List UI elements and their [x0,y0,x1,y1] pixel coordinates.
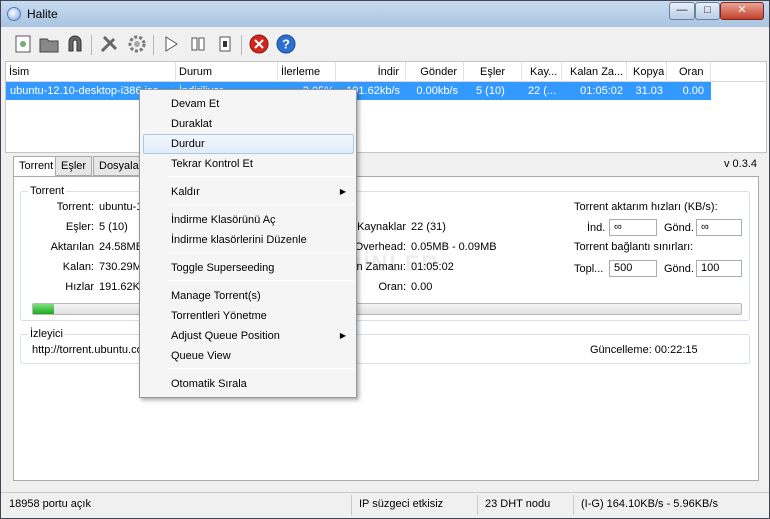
menu-manage-torrents[interactable]: Manage Torrent(s) [143,286,354,306]
open-folder-icon[interactable] [37,32,61,56]
column-header-upload[interactable]: Gönder [406,62,464,82]
status-bar: 18958 portu açık IP süzgeci etkisiz 23 D… [1,492,769,518]
menu-auto-sort[interactable]: Otomatik Sırala [143,374,354,394]
tracker-url: http://torrent.ubuntu.co [32,344,143,356]
cell-seeds: 22 (... [528,85,557,97]
cell-eta: 01:05:02 [580,85,623,97]
torrent-list[interactable]: İsim Durum İlerleme İndir Gönder Eşler K… [5,61,767,153]
menu-queue-view[interactable]: Queue View [143,346,354,366]
toolbar: ? [5,29,767,61]
total-connections-label: Topl... [574,263,604,275]
total-connections-input[interactable]: 500 [609,260,657,277]
context-menu: Devam Et Duraklat Durdur Tekrar Kontrol … [139,89,357,398]
cell-copies: 31.03 [635,85,663,97]
speeds-label: Hızlar [65,281,94,293]
column-header-peers[interactable]: Eşler [464,62,522,82]
remaining-label: Kalan: [62,261,94,273]
tools-icon[interactable] [97,32,121,56]
status-dht: 23 DHT nodu [485,498,551,510]
status-ip-filter: IP süzgeci etkisiz [359,498,444,510]
column-header-status[interactable]: Durum [176,62,278,82]
column-header-seeds[interactable]: Kay... [522,62,562,82]
menu-resume[interactable]: Devam Et [143,94,354,114]
connection-limits-title: Torrent bağlantı sınırları: [574,241,694,253]
new-torrent-icon[interactable] [11,32,35,56]
tracker-group-title: İzleyici [28,328,66,340]
download-progress-fill [33,304,55,314]
upload-connections-input[interactable]: 100 [696,260,742,277]
download-limit-label: İnd. [587,222,606,234]
menu-pause[interactable]: Duraklat [143,114,354,134]
menu-toggle-superseeding[interactable]: Toggle Superseeding [143,258,354,278]
cell-ratio: 0.00 [682,85,704,97]
magnet-icon[interactable] [63,32,87,56]
list-header: İsim Durum İlerleme İndir Gönder Eşler K… [6,62,766,82]
peers-value: 5 (10) [99,221,128,233]
submenu-arrow-icon: ▶ [339,331,346,340]
settings-gear-icon[interactable] [125,32,149,56]
halite-app-icon [7,7,21,21]
pause-icon[interactable] [186,32,210,56]
column-header-name[interactable]: İsim [6,62,176,82]
menu-open-download-folder[interactable]: İndirme Klasörünü Aç [143,210,354,230]
minimize-button[interactable]: — [669,2,695,20]
torrent-group-title: Torrent [28,185,67,197]
menu-stop[interactable]: Durdur [143,134,354,154]
version-label: v 0.3.4 [723,158,757,170]
tab-peers[interactable]: Eşler [55,156,93,176]
torrent-details-panel: Torrent Torrent: ubuntu-1 Eşler: 5 (10) … [13,176,759,481]
upload-limit-label: Gönd. [664,222,694,234]
menu-remove-label: Kaldır [171,186,200,198]
cell-peers: 5 (10) [476,85,505,97]
menu-torrents-management[interactable]: Torrentleri Yönetme [143,306,354,326]
torrent-row[interactable]: ubuntu-12.10-desktop-i386.iso İndiriliyo… [6,82,711,100]
ratio-value: 0.00 [411,281,433,293]
status-speed: (I-G) 164.10KB/s - 5.96KB/s [581,498,718,510]
main-window: Halite — □ ✕ ? İsim Durum İlerleme İndir… [0,0,770,519]
svg-text:?: ? [282,37,290,52]
play-icon[interactable] [159,32,183,56]
menu-adjust-queue-label: Adjust Queue Position [171,330,280,342]
column-header-ratio[interactable]: Oran [667,62,711,82]
column-header-progress[interactable]: İlerleme [278,62,336,82]
menu-adjust-queue-position[interactable]: Adjust Queue Position ▶ [143,326,354,346]
tracker-update-time: Güncelleme: 00:22:15 [590,344,698,356]
menu-edit-download-folders[interactable]: İndirme klasörlerini Düzenle [143,230,354,250]
upload-connections-label: Gönd. [664,263,694,275]
cancel-icon[interactable] [247,32,271,56]
speed-limits-title: Torrent aktarım hızları (KB/s): [574,201,718,213]
submenu-arrow-icon: ▶ [339,187,346,196]
seeds-value: 22 (31) [411,221,446,233]
upload-limit-input[interactable]: ∞ [696,219,742,236]
menu-recheck[interactable]: Tekrar Kontrol Et [143,154,354,174]
tab-torrent[interactable]: Torrent [13,156,60,177]
peers-label: Eşler: [65,221,94,233]
stop-icon[interactable] [213,32,237,56]
status-port: 18958 portu açık [9,498,91,510]
maximize-button[interactable]: □ [695,2,720,20]
window-title: Halite [27,7,58,21]
transferred-value: 24.58MB [99,241,144,253]
torrent-name-value: ubuntu-1 [99,201,143,213]
column-header-eta[interactable]: Kalan Za... [562,62,627,82]
title-bar: Halite — □ ✕ [1,1,769,27]
cell-upload: 0.00kb/s [416,85,458,97]
close-button[interactable]: ✕ [720,2,764,20]
speeds-value: 191.62K [99,281,140,293]
download-limit-input[interactable]: ∞ [609,219,657,236]
torrent-name-label: Torrent: [56,201,94,213]
column-header-download[interactable]: İndir [336,62,406,82]
help-icon[interactable]: ? [274,32,298,56]
remaining-value: 730.29M [99,261,142,273]
column-header-copies[interactable]: Kopya [627,62,667,82]
transferred-label: Aktarılan [50,241,94,253]
menu-remove[interactable]: Kaldır ▶ [143,182,354,202]
